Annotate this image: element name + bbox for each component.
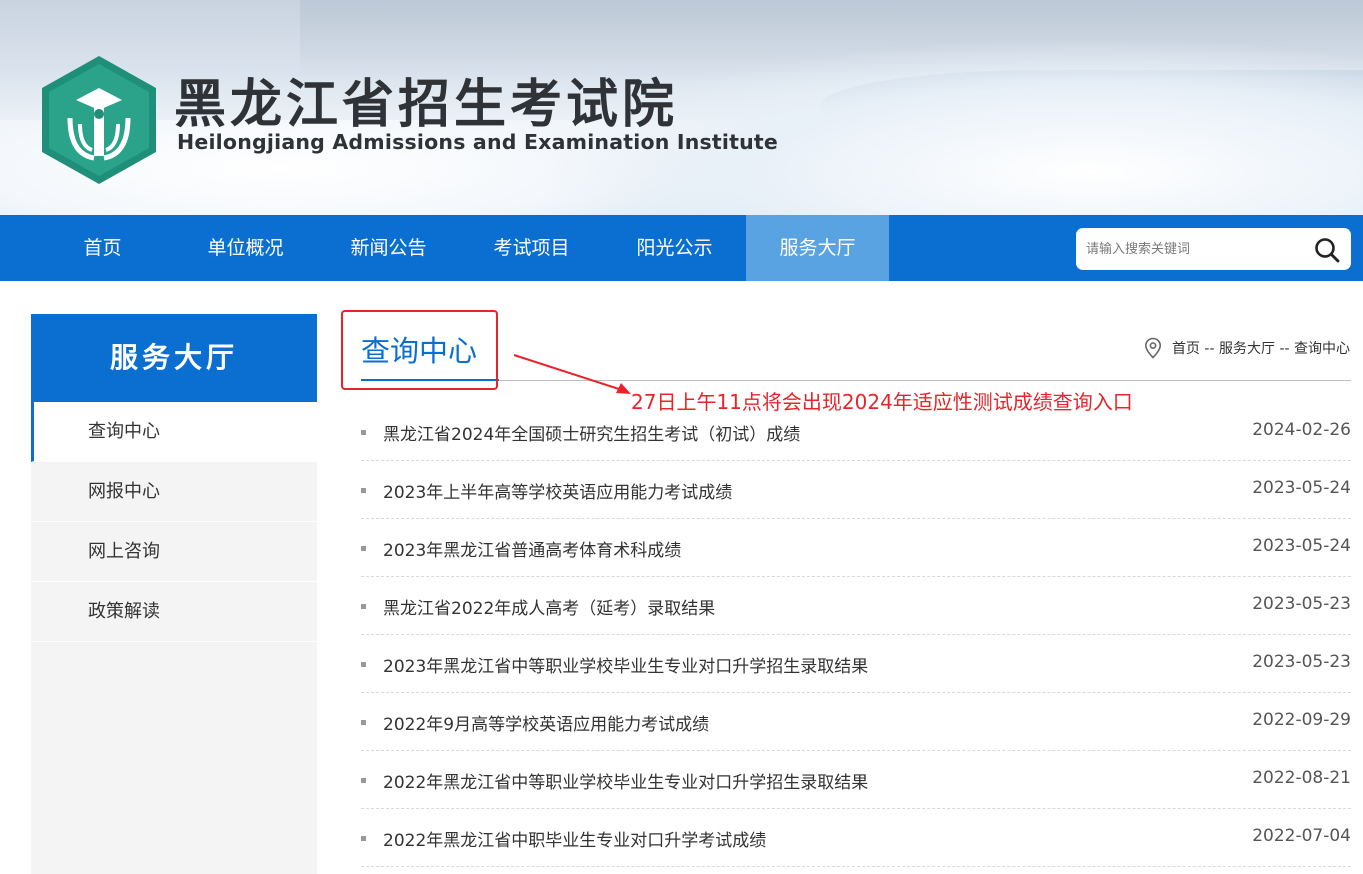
list-item-title[interactable]: 2022年黑龙江省中职毕业生专业对口升学考试成绩 — [383, 826, 766, 851]
list-item[interactable]: 2022年黑龙江省中职毕业生专业对口升学考试成绩 2022-07-04 — [361, 809, 1351, 867]
header-banner: 黑龙江省招生考试院 Heilongjiang Admissions and Ex… — [0, 0, 1363, 215]
bullet-icon — [361, 430, 366, 435]
search-icon[interactable] — [1313, 236, 1341, 264]
institute-emblem-icon — [42, 56, 156, 184]
highlight-box — [341, 310, 498, 390]
list-item-title[interactable]: 2022年9月高等学校英语应用能力考试成绩 — [383, 710, 709, 735]
breadcrumb: 首页 -- 服务大厅 -- 查询中心 — [1144, 337, 1350, 359]
bullet-icon — [361, 778, 366, 783]
list-item-date: 2022-07-04 — [1252, 826, 1351, 846]
bullet-icon — [361, 488, 366, 493]
list-item-date: 2023-05-23 — [1252, 594, 1351, 614]
list-item[interactable]: 黑龙江省2024年全国硕士研究生招生考试（初试）成绩 2024-02-26 — [361, 403, 1351, 461]
location-pin-icon — [1144, 337, 1161, 359]
list-item[interactable]: 黑龙江省2022年成人高考（延考）录取结果 2023-05-23 — [361, 577, 1351, 635]
list-item-date: 2022-09-29 — [1252, 710, 1351, 730]
site-name-en: Heilongjiang Admissions and Examination … — [177, 130, 779, 154]
breadcrumb-path[interactable]: 首页 -- 服务大厅 -- 查询中心 — [1172, 338, 1350, 358]
list-item[interactable]: 2023年黑龙江省普通高考体育术科成绩 2023-05-24 — [361, 519, 1351, 577]
list-item-title[interactable]: 2023年黑龙江省普通高考体育术科成绩 — [383, 536, 681, 561]
list-item-title[interactable]: 2022年黑龙江省中等职业学校毕业生专业对口升学招生录取结果 — [383, 768, 868, 793]
sidebar-item-query-center[interactable]: 查询中心 — [31, 402, 317, 462]
list-item[interactable]: 2022年黑龙江省中等职业学校毕业生专业对口升学招生录取结果 2022-08-2… — [361, 751, 1351, 809]
nav-item-service-hall[interactable]: 服务大厅 — [746, 215, 889, 281]
list-item[interactable]: 2023年黑龙江省中等职业学校毕业生专业对口升学招生录取结果 2023-05-2… — [361, 635, 1351, 693]
result-list: 黑龙江省2024年全国硕士研究生招生考试（初试）成绩 2024-02-26 20… — [361, 403, 1351, 867]
list-item-title[interactable]: 2023年黑龙江省中等职业学校毕业生专业对口升学招生录取结果 — [383, 652, 868, 677]
annotation-arrow-icon — [513, 354, 631, 394]
list-item-date: 2023-05-23 — [1252, 652, 1351, 672]
nav-item-home[interactable]: 首页 — [31, 215, 174, 281]
nav-item-news[interactable]: 新闻公告 — [317, 215, 460, 281]
bullet-icon — [361, 546, 366, 551]
bullet-icon — [361, 720, 366, 725]
nav-item-about[interactable]: 单位概况 — [174, 215, 317, 281]
list-item[interactable]: 2022年9月高等学校英语应用能力考试成绩 2022-09-29 — [361, 693, 1351, 751]
bullet-icon — [361, 662, 366, 667]
nav-item-public[interactable]: 阳光公示 — [603, 215, 746, 281]
list-item-title[interactable]: 2023年上半年高等学校英语应用能力考试成绩 — [383, 478, 732, 503]
list-item-title[interactable]: 黑龙江省2024年全国硕士研究生招生考试（初试）成绩 — [383, 420, 800, 445]
sidebar-item-online-consult[interactable]: 网上咨询 — [31, 522, 317, 582]
list-item-date: 2023-05-24 — [1252, 536, 1351, 556]
main-nav: 首页 单位概况 新闻公告 考试项目 阳光公示 服务大厅 — [0, 215, 1363, 281]
nav-item-exams[interactable]: 考试项目 — [460, 215, 603, 281]
list-item-title[interactable]: 黑龙江省2022年成人高考（延考）录取结果 — [383, 594, 715, 619]
search-box — [1076, 228, 1351, 270]
list-item-date: 2022-08-21 — [1252, 768, 1351, 788]
list-item[interactable]: 2023年上半年高等学校英语应用能力考试成绩 2023-05-24 — [361, 461, 1351, 519]
site-name-cn: 黑龙江省招生考试院 — [174, 75, 679, 135]
list-item-date: 2023-05-24 — [1252, 478, 1351, 498]
search-input[interactable] — [1086, 234, 1306, 264]
bullet-icon — [361, 836, 366, 841]
bullet-icon — [361, 604, 366, 609]
sidebar-item-registration-center[interactable]: 网报中心 — [31, 462, 317, 522]
sidebar-heading: 服务大厅 — [31, 314, 317, 402]
sidebar: 服务大厅 查询中心 网报中心 网上咨询 政策解读 — [31, 314, 317, 874]
list-item-date: 2024-02-26 — [1252, 420, 1351, 440]
sidebar-item-policy[interactable]: 政策解读 — [31, 582, 317, 642]
